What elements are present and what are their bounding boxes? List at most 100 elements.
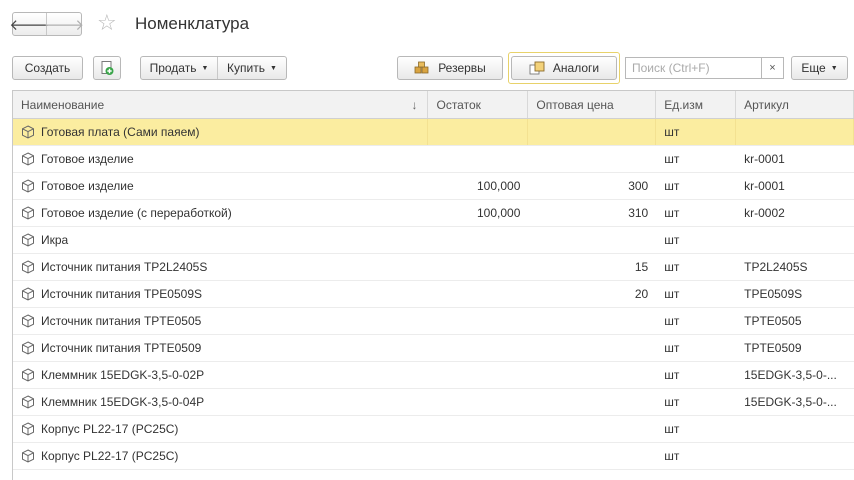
cell-name: Готовая плата (Сами паяем): [13, 119, 429, 145]
cell-unit: шт: [664, 341, 680, 355]
reserves-button-label: Резервы: [438, 61, 486, 75]
cell-article: [736, 416, 854, 442]
cell-unit: шт: [664, 260, 680, 274]
cell-price: [528, 308, 656, 334]
cell-article: kr-0001: [744, 152, 785, 166]
cell-unit: шт: [664, 152, 680, 166]
forward-button[interactable]: 🡒: [44, 13, 84, 35]
item-name: Корпус PL22-17 (PC25C): [41, 449, 179, 463]
table-row[interactable]: Источник питания TP2L2405S 15 шт TP2L2405S: [13, 254, 854, 281]
table-row[interactable]: Корпус PL22-17 (PC25C) шт: [13, 443, 854, 470]
cell-unit: шт: [664, 395, 680, 409]
cell-article: TPTE0509: [744, 341, 802, 355]
chevron-down-icon: ▼: [201, 64, 209, 72]
box-icon: [22, 314, 34, 328]
add-copy-icon: [101, 61, 114, 75]
favorite-star-icon[interactable]: ☆: [97, 11, 117, 35]
column-header-price[interactable]: Оптовая цена: [528, 91, 657, 118]
clear-search-button[interactable]: ×: [762, 57, 784, 79]
box-icon: [22, 233, 34, 247]
table-row[interactable]: Готовое изделие 100,000 300 шт kr-0001: [13, 173, 854, 200]
box-stack-icon: [414, 61, 429, 74]
navigation-group: 🡐 🡒: [9, 12, 84, 36]
cell-unit: шт: [664, 422, 680, 436]
cell-name: Источник питания TPTE0505: [13, 308, 428, 334]
item-name: Икра: [41, 233, 69, 247]
cell-stock: 100,000: [476, 179, 521, 193]
cell-name: Клеммник 15EDGK-3,5-0-04P: [13, 389, 428, 415]
cell-stock: [428, 416, 528, 442]
cell-stock: [428, 146, 528, 172]
item-name: Источник питания TP2L2405S: [41, 260, 208, 274]
item-name: Корпус PL22-17 (PC25C): [41, 422, 179, 436]
nomenclature-table: Наименование ↓ Остаток Оптовая цена Ед.и…: [12, 90, 854, 480]
create-button[interactable]: Создать: [12, 56, 83, 80]
item-name: Клеммник 15EDGK-3,5-0-02P: [41, 368, 205, 382]
cell-stock: [428, 308, 528, 334]
cell-name: Корпус PL22-17 (PC25C): [13, 443, 428, 469]
cell-price: [528, 443, 656, 469]
box-icon: [22, 449, 34, 463]
table-row[interactable]: Готовая плата (Сами паяем) шт: [13, 119, 854, 146]
box-icon: [22, 395, 34, 409]
box-icon: [22, 206, 34, 220]
cell-name: Готовое изделие (с переработкой): [13, 200, 428, 226]
cell-price: 15: [634, 260, 649, 274]
cell-stock: [428, 227, 528, 253]
more-button[interactable]: Еще ▼: [791, 56, 848, 80]
close-icon: ×: [769, 62, 776, 74]
cell-unit: шт: [656, 119, 737, 145]
chevron-down-icon: ▼: [270, 64, 277, 72]
cell-name: Готовое изделие: [13, 146, 428, 172]
table-row[interactable]: Клеммник 15EDGK-3,5-0-02P шт 15EDGK-3,5-0-…: [13, 362, 854, 389]
table-row[interactable]: Источник питания TPE0509S 20 шт TPE0509S: [13, 281, 854, 308]
column-header-name-label: Наименование: [21, 97, 105, 112]
copy-button[interactable]: [93, 56, 121, 80]
cell-article: 15EDGK-3,5-0-...: [744, 395, 837, 409]
column-header-article[interactable]: Артикул: [736, 91, 854, 118]
column-header-stock[interactable]: Остаток: [428, 91, 529, 118]
cell-article: TP2L2405S: [744, 260, 808, 274]
cell-name: Клеммник 15EDGK-3,5-0-02P: [13, 362, 428, 388]
reserves-button[interactable]: Резервы: [397, 56, 503, 80]
cell-price: [528, 227, 656, 253]
sell-button-label: Продать: [149, 61, 197, 75]
item-name: Источник питания TPTE0509: [41, 341, 202, 355]
cell-unit: шт: [664, 449, 680, 463]
table-row[interactable]: Готовое изделие (с переработкой) 100,000 3…: [13, 200, 854, 227]
table-row[interactable]: Икра шт: [13, 227, 854, 254]
item-name: Готовое изделие: [41, 152, 134, 166]
cell-unit: шт: [664, 233, 680, 247]
buy-button[interactable]: Купить ▼: [217, 57, 286, 79]
cell-article: [736, 119, 854, 145]
cell-name: Корпус PL22-17 (PC25C): [13, 416, 428, 442]
table-row[interactable]: Клеммник 15EDGK-3,5-0-04P шт 15EDGK-3,5-0-…: [13, 389, 854, 416]
box-icon: [22, 125, 34, 139]
cell-name: Источник питания TPE0509S: [13, 281, 428, 307]
cell-name: Источник питания TPTE0509: [13, 335, 428, 361]
box-icon: [22, 422, 34, 436]
item-name: Клеммник 15EDGK-3,5-0-04P: [41, 395, 205, 409]
column-header-unit[interactable]: Ед.изм: [656, 91, 737, 118]
box-icon: [22, 287, 34, 301]
buy-button-label: Купить: [227, 61, 265, 75]
cell-stock: 100,000: [476, 206, 521, 220]
create-button-label: Создать: [24, 61, 71, 75]
box-icon: [22, 179, 34, 193]
column-header-name[interactable]: Наименование ↓: [13, 91, 429, 118]
cell-price: [528, 335, 656, 361]
cell-stock: [428, 389, 528, 415]
cell-price: 20: [634, 287, 649, 301]
sort-descending-icon: ↓: [411, 97, 418, 112]
cell-stock: [428, 335, 528, 361]
sell-button[interactable]: Продать ▼: [141, 57, 217, 79]
cell-unit: шт: [664, 287, 680, 301]
back-button[interactable]: 🡐: [9, 13, 50, 35]
cell-unit: шт: [664, 368, 680, 382]
cell-name: Источник питания TP2L2405S: [13, 254, 428, 280]
table-row[interactable]: Готовое изделие шт kr-0001: [13, 146, 854, 173]
table-row[interactable]: Источник питания TPTE0509 шт TPTE0509: [13, 335, 854, 362]
table-row[interactable]: Корпус PL22-17 (PC25C) шт: [13, 416, 854, 443]
search-input[interactable]: Поиск (Ctrl+F): [625, 57, 762, 79]
table-row[interactable]: Источник питания TPTE0505 шт TPTE0505: [13, 308, 854, 335]
